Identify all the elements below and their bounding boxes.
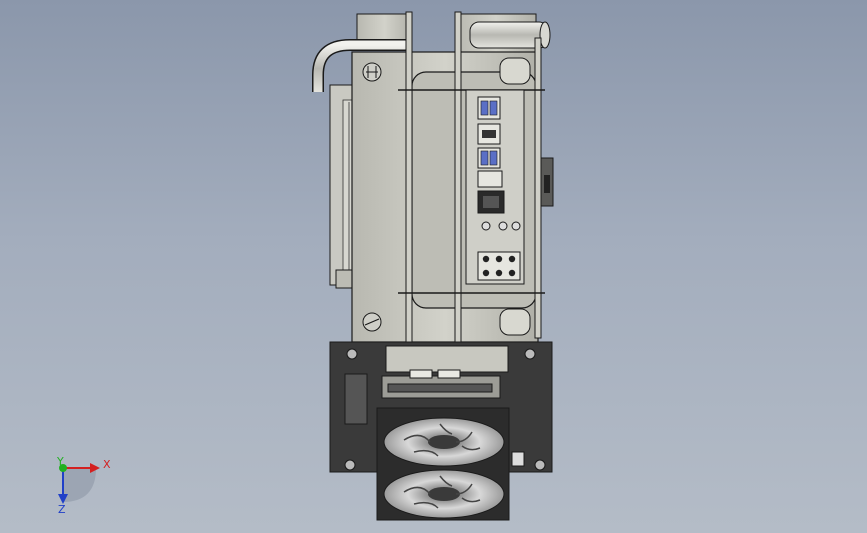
io-usb-port-2 — [489, 100, 498, 116]
io-usb-port-3 — [480, 150, 489, 166]
fan-upper-hub — [428, 435, 460, 449]
audio-jack-4 — [482, 269, 490, 277]
audio-jack-6 — [508, 269, 516, 277]
y-axis-label: Y — [57, 455, 64, 468]
io-usb-block-3 — [477, 170, 503, 188]
audio-jack-3 — [508, 255, 516, 263]
base-hole-2 — [524, 348, 536, 360]
gpu-fan-lower — [383, 469, 505, 519]
base-hole-4 — [534, 459, 546, 471]
x-axis-label: X — [103, 458, 111, 471]
gpu-top-bracket — [385, 345, 509, 373]
io-ethernet-inner — [483, 196, 499, 208]
io-hdmi-slot — [482, 130, 496, 138]
z-axis-label: Z — [58, 503, 66, 516]
io-usb-port-4 — [489, 150, 498, 166]
triad-shadow — [63, 468, 96, 502]
side-tab-slot — [544, 175, 550, 193]
coordinate-triad — [58, 463, 100, 504]
gpu-fan-upper — [383, 417, 505, 467]
gpu-vents — [387, 383, 493, 393]
gpu-side-bracket — [344, 373, 368, 425]
tray-top-cutout — [499, 57, 531, 85]
io-panel — [465, 89, 525, 285]
io-antenna-1 — [481, 221, 491, 231]
base-hole-3 — [344, 459, 356, 471]
io-usb-port-1 — [480, 100, 489, 116]
gpu-dp-port-2 — [437, 369, 461, 379]
audio-jack-5 — [495, 269, 503, 277]
base-hole-1 — [346, 348, 358, 360]
cad-viewport[interactable] — [0, 0, 867, 533]
gpu-small-connector — [511, 451, 525, 467]
fan-lower-hub — [428, 487, 460, 501]
audio-jack-1 — [482, 255, 490, 263]
audio-jack-2 — [495, 255, 503, 263]
gpu-dp-port-1 — [409, 369, 433, 379]
tray-bottom-cutout — [499, 308, 531, 336]
io-antenna-2 — [498, 221, 508, 231]
io-antenna-3 — [511, 221, 521, 231]
